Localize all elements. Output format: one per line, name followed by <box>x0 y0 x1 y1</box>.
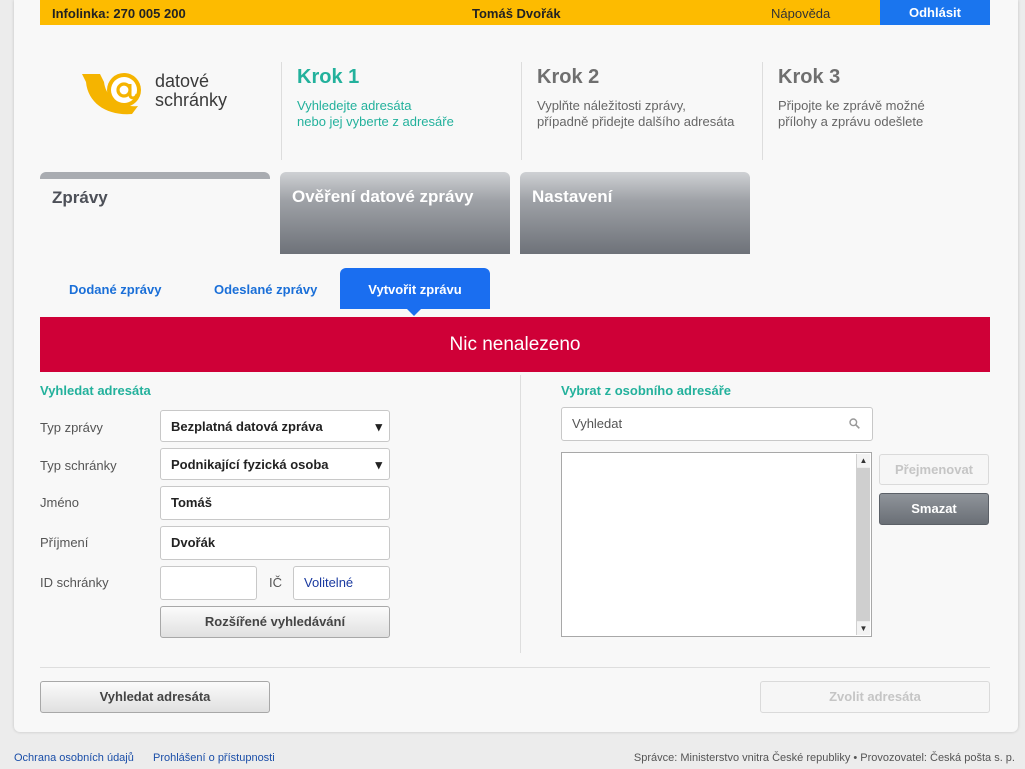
subtab-vytvorit-zpravu[interactable]: Vytvořit zprávu <box>340 268 490 309</box>
last-name-label: Příjmení <box>40 535 89 550</box>
logo-line-1: datové <box>155 71 210 91</box>
first-name-label: Jméno <box>40 495 80 510</box>
tab-nastaveni[interactable]: Nastavení <box>520 172 750 254</box>
footer-operator: Správce: Ministerstvo vnitra České repub… <box>633 752 1015 764</box>
privacy-link[interactable]: Ochrana osobních údajů <box>14 752 134 764</box>
box-type-value: Podnikající fyzická osoba <box>171 457 329 472</box>
step-3: Krok 3 Připojte ke zprávě možné přílohy … <box>762 62 978 160</box>
search-section-title: Vyhledat adresáta <box>40 383 151 398</box>
rename-button[interactable]: Přejmenovat <box>879 454 989 485</box>
user-name: Tomáš Dvořák <box>472 6 561 21</box>
logo-text: datové schránky <box>155 72 227 110</box>
list-scrollbar[interactable]: ▲ ▼ <box>856 454 870 635</box>
step-3-description: Připojte ke zprávě možné přílohy a zpráv… <box>778 98 978 130</box>
box-id-field[interactable] <box>160 566 257 600</box>
scroll-up-arrow-icon[interactable]: ▲ <box>857 454 870 467</box>
first-name-field[interactable]: Tomáš <box>160 486 390 520</box>
step-3-desc-line-1: Připojte ke zprávě možné <box>778 98 925 113</box>
step-1-title: Krok 1 <box>297 66 360 88</box>
search-recipient-button[interactable]: Vyhledat adresáta <box>40 681 270 713</box>
step-1-description: Vyhledejte adresáta nebo jej vyberte z a… <box>297 98 497 130</box>
box-type-label: Typ schránky <box>40 458 117 473</box>
choose-recipient-button[interactable]: Zvolit adresáta <box>760 681 990 713</box>
step-2-title: Krok 2 <box>537 66 600 88</box>
accessibility-link[interactable]: Prohlášení o přístupnosti <box>153 752 275 764</box>
step-3-desc-line-2: přílohy a zprávu odešlete <box>778 114 924 129</box>
ic-label: IČ <box>269 575 282 590</box>
address-book-search-input[interactable]: Vyhledat <box>561 407 873 441</box>
message-type-select[interactable]: Bezplatná datová zpráva <box>160 410 390 443</box>
search-placeholder: Vyhledat <box>572 416 623 431</box>
at-sign-logo-icon <box>82 73 141 115</box>
box-id-label: ID schránky <box>40 575 109 590</box>
datove-schranky-logo: datové schránky <box>80 68 250 128</box>
advanced-search-button[interactable]: Rozšířené vyhledávání <box>160 606 390 638</box>
column-divider <box>520 375 521 653</box>
help-link[interactable]: Nápověda <box>771 6 830 21</box>
subtab-odeslane-zpravy[interactable]: Odeslané zprávy <box>214 282 317 297</box>
step-2: Krok 2 Vyplňte náležitosti zprávy, přípa… <box>521 62 737 160</box>
message-type-value: Bezplatná datová zpráva <box>171 419 323 434</box>
step-2-desc-line-2: případně přidejte dalšího adresáta <box>537 114 735 129</box>
box-type-select[interactable]: Podnikající fyzická osoba <box>160 448 390 481</box>
step-3-title: Krok 3 <box>778 66 841 88</box>
tab-zpravy[interactable]: Zprávy <box>40 172 270 254</box>
footer-accessibility: Prohlášení o přístupnosti <box>153 752 275 764</box>
top-bar: Infolinka: 270 005 200 Tomáš Dvořák Nápo… <box>40 0 990 25</box>
logout-button[interactable]: Odhlásit <box>880 0 990 25</box>
step-2-desc-line-1: Vyplňte náležitosti zprávy, <box>537 98 686 113</box>
scroll-down-arrow-icon[interactable]: ▼ <box>857 622 870 635</box>
nothing-found-banner: Nic nenalezeno <box>40 317 990 372</box>
scrollbar-thumb[interactable] <box>857 468 870 621</box>
step-1: Krok 1 Vyhledejte adresáta nebo jej vybe… <box>281 62 497 160</box>
search-icon <box>849 418 860 429</box>
message-type-label: Typ zprávy <box>40 420 103 435</box>
footer-privacy: Ochrana osobních údajů <box>14 752 134 764</box>
step-1-desc-line-2: nebo jej vyberte z adresáře <box>297 114 454 129</box>
address-book-list[interactable]: ▲ ▼ <box>561 452 872 637</box>
address-book-title: Vybrat z osobního adresáře <box>561 383 732 398</box>
ic-field[interactable]: Volitelné <box>293 566 390 600</box>
tab-overeni-datove-zpravy[interactable]: Ověření datové zprávy <box>280 172 510 254</box>
last-name-field[interactable]: Dvořák <box>160 526 390 560</box>
logo-line-2: schránky <box>155 90 228 110</box>
step-1-desc-line-1: Vyhledejte adresáta <box>297 98 412 113</box>
actions-divider <box>40 667 990 668</box>
delete-button[interactable]: Smazat <box>879 493 989 525</box>
active-subtab-pointer <box>406 308 422 316</box>
infoline-text: Infolinka: 270 005 200 <box>52 6 186 21</box>
subtab-dodane-zpravy[interactable]: Dodané zprávy <box>69 282 161 297</box>
step-2-description: Vyplňte náležitosti zprávy, případně při… <box>537 98 737 130</box>
